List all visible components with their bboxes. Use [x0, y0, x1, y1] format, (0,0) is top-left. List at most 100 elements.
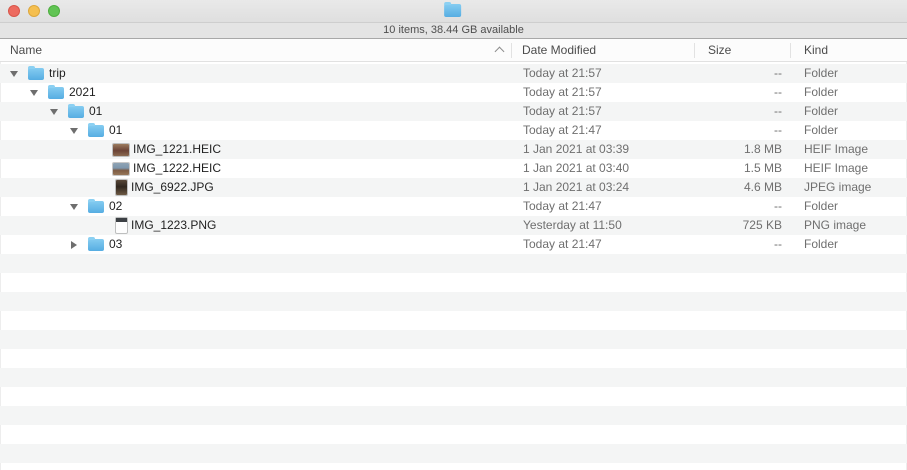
size-cell: -- — [694, 197, 790, 216]
date-modified-cell: Today at 21:47 — [511, 121, 694, 140]
date-modified-cell: 1 Jan 2021 at 03:39 — [511, 140, 694, 159]
column-header-bar: Name Date Modified Size Kind — [0, 39, 907, 62]
item-name-label: IMG_1223.PNG — [131, 216, 216, 235]
kind-cell: JPEG image — [790, 178, 907, 197]
name-cell: 01 — [0, 121, 511, 140]
empty-row — [0, 406, 907, 425]
kind-cell: HEIF Image — [790, 159, 907, 178]
status-text: 10 items, 38.44 GB available — [383, 24, 524, 36]
name-cell: 01 — [0, 102, 511, 121]
table-row[interactable]: 2021 Today at 21:57--Folder — [0, 83, 907, 102]
disclosure-triangle-expanded-icon[interactable] — [49, 109, 58, 115]
table-row[interactable]: 03Today at 21:47--Folder — [0, 235, 907, 254]
kind-cell: Folder — [790, 121, 907, 140]
sort-ascending-chevron-icon[interactable] — [495, 47, 505, 57]
name-cell: IMG_1222.HEIC — [0, 159, 511, 178]
size-cell: -- — [694, 64, 790, 83]
folder-icon — [88, 239, 104, 251]
size-cell: 725 KB — [694, 216, 790, 235]
item-name-label: 03 — [109, 235, 122, 254]
item-name-label: IMG_1221.HEIC — [133, 140, 221, 159]
window-proxy-icon[interactable] — [444, 4, 461, 17]
kind-cell: Folder — [790, 83, 907, 102]
size-cell: -- — [694, 83, 790, 102]
table-row[interactable]: IMG_1223.PNG Yesterday at 11:50725 KBPNG … — [0, 216, 907, 235]
empty-row — [0, 368, 907, 387]
size-cell: 1.5 MB — [694, 159, 790, 178]
name-cell: trip — [0, 64, 511, 83]
title-bar[interactable] — [0, 0, 907, 23]
item-name-label: 01 — [109, 121, 122, 140]
column-header-name[interactable]: Name — [10, 43, 42, 58]
date-modified-cell: Yesterday at 11:50 — [511, 216, 694, 235]
empty-row — [0, 330, 907, 349]
date-modified-cell: Today at 21:57 — [511, 64, 694, 83]
finder-window: 10 items, 38.44 GB available Name Date M… — [0, 0, 907, 470]
table-row[interactable]: 01Today at 21:47--Folder — [0, 121, 907, 140]
empty-row — [0, 273, 907, 292]
column-header-kind[interactable]: Kind — [804, 43, 828, 58]
name-cell: IMG_6922.JPG — [0, 178, 511, 197]
date-modified-cell: Today at 21:57 — [511, 102, 694, 121]
photo-brown-thumbnail-icon — [113, 144, 129, 156]
minimize-button[interactable] — [28, 5, 40, 17]
column-divider[interactable] — [511, 43, 512, 58]
item-name-label: trip — [49, 64, 66, 83]
disclosure-triangle-expanded-icon[interactable] — [29, 90, 38, 96]
name-cell: IMG_1221.HEIC — [0, 140, 511, 159]
empty-row — [0, 292, 907, 311]
folder-icon — [88, 201, 104, 213]
zoom-button[interactable] — [48, 5, 60, 17]
item-name-label: 01 — [89, 102, 102, 121]
date-modified-cell: Today at 21:57 — [511, 83, 694, 102]
kind-cell: PNG image — [790, 216, 907, 235]
status-bar: 10 items, 38.44 GB available — [0, 23, 907, 39]
kind-cell: Folder — [790, 102, 907, 121]
traffic-lights — [8, 5, 60, 17]
disclosure-triangle-expanded-icon[interactable] — [69, 204, 78, 210]
table-row[interactable]: 02Today at 21:47--Folder — [0, 197, 907, 216]
empty-row — [0, 349, 907, 368]
item-name-label: 2021 — [69, 83, 96, 102]
item-name-label: 02 — [109, 197, 122, 216]
item-name-label: IMG_1222.HEIC — [133, 159, 221, 178]
screenshot-thumbnail-icon — [116, 218, 127, 233]
column-header-date-modified[interactable]: Date Modified — [522, 43, 596, 58]
empty-row — [0, 444, 907, 463]
table-row[interactable]: IMG_1221.HEIC 1 Jan 2021 at 03:391.8 MBHE… — [0, 140, 907, 159]
name-cell: 2021 — [0, 83, 511, 102]
date-modified-cell: Today at 21:47 — [511, 197, 694, 216]
empty-row — [0, 254, 907, 273]
column-divider[interactable] — [694, 43, 695, 58]
size-cell: 1.8 MB — [694, 140, 790, 159]
size-cell: -- — [694, 235, 790, 254]
table-row[interactable]: trip Today at 21:57--Folder — [0, 64, 907, 83]
photo-dark-portrait-thumbnail-icon — [116, 180, 127, 195]
photo-sky-thumbnail-icon — [113, 163, 129, 175]
folder-icon — [444, 4, 461, 17]
folder-icon — [28, 68, 44, 80]
table-row[interactable]: IMG_6922.JPG1 Jan 2021 at 03:244.6 MBJPE… — [0, 178, 907, 197]
kind-cell: HEIF Image — [790, 140, 907, 159]
folder-icon — [88, 125, 104, 137]
name-cell: 03 — [0, 235, 511, 254]
disclosure-triangle-expanded-icon[interactable] — [9, 71, 18, 77]
table-row[interactable]: IMG_1222.HEIC 1 Jan 2021 at 03:401.5 MBHE… — [0, 159, 907, 178]
folder-icon — [68, 106, 84, 118]
table-row[interactable]: 01 Today at 21:57--Folder — [0, 102, 907, 121]
empty-row — [0, 463, 907, 470]
date-modified-cell: 1 Jan 2021 at 03:40 — [511, 159, 694, 178]
kind-cell: Folder — [790, 64, 907, 83]
size-cell: -- — [694, 102, 790, 121]
empty-row — [0, 387, 907, 406]
item-name-label: IMG_6922.JPG — [131, 178, 214, 197]
disclosure-triangle-expanded-icon[interactable] — [69, 128, 78, 134]
file-list: tripToday at 21:57--Folder2021Today at 2… — [0, 64, 907, 470]
disclosure-triangle-collapsed-icon[interactable] — [69, 241, 78, 249]
empty-row — [0, 425, 907, 444]
column-divider[interactable] — [790, 43, 791, 58]
column-header-size[interactable]: Size — [708, 43, 731, 58]
empty-row — [0, 311, 907, 330]
close-button[interactable] — [8, 5, 20, 17]
size-cell: 4.6 MB — [694, 178, 790, 197]
